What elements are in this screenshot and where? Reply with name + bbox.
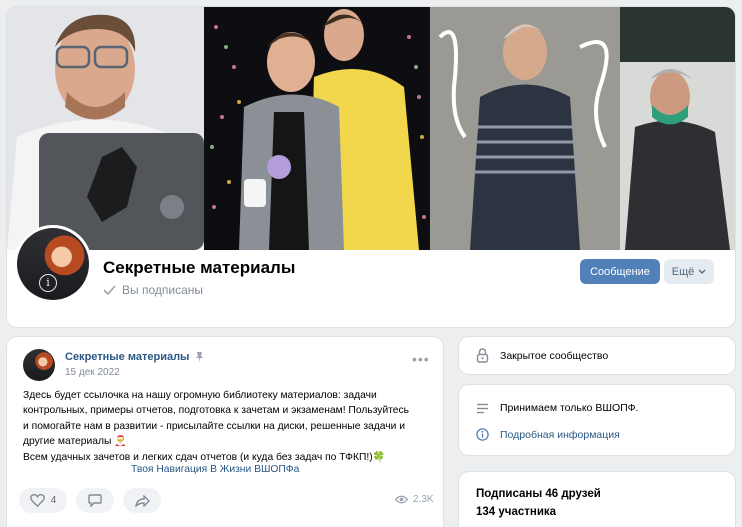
post-text-line: контрольных, примеры отчетов, подготовка… (23, 405, 410, 417)
post-text-line: Здесь будет ссылочка на нашу огромную би… (23, 390, 377, 401)
post-author[interactable]: Секретные материалы (65, 351, 204, 363)
more-button[interactable]: Ещё (664, 259, 714, 284)
members-card[interactable]: Подписаны 46 друзей 134 участника (459, 472, 735, 527)
cover-photo-3 (430, 7, 735, 250)
post-text: Здесь будет ссылочка на нашу огромную би… (23, 388, 435, 465)
like-count: 4 (50, 495, 57, 506)
friends-subscribed[interactable]: Подписаны 46 друзей (476, 488, 601, 500)
group-avatar-image: i (17, 228, 89, 300)
description-text: Принимаем только ВШОПФ. (500, 402, 639, 414)
cover-image (7, 7, 735, 250)
details-link[interactable]: Подробная информация (500, 429, 620, 441)
closed-community-label: Закрытое сообщество (500, 349, 609, 362)
pin-icon (196, 351, 204, 363)
more-button-label: Ещё (671, 265, 695, 278)
post-text-line: и помогайте нам в развитии - присылайте … (23, 420, 406, 432)
subscribed-label: Вы подписаны (122, 283, 203, 297)
lock-icon (476, 348, 489, 363)
comment-icon (88, 494, 102, 507)
share-icon (134, 494, 150, 507)
post-author-avatar[interactable] (23, 349, 55, 381)
post-text-line: другие материалы 🎅 (23, 434, 435, 449)
post-link[interactable]: Твоя Навигация В Жизни ВШОПФа (131, 464, 299, 475)
description-icon (477, 403, 488, 413)
info-badge-icon: i (39, 274, 57, 292)
share-button[interactable] (123, 488, 161, 513)
check-icon (103, 285, 116, 295)
info-icon (476, 428, 489, 441)
cover-photo-2 (204, 7, 430, 250)
post-date[interactable]: 15 дек 2022 (65, 367, 120, 378)
santa-emoji: 🎅 (114, 436, 127, 448)
group-title: Секретные материалы (103, 258, 296, 277)
post-text-line-part: Всем удачных зачетов и легких сдач отчет… (23, 451, 373, 463)
members-count[interactable]: 134 участника (476, 506, 556, 518)
wall-post: Секретные материалы 15 дек 2022 ••• Здес… (7, 337, 443, 527)
post-actions: 4 (19, 488, 161, 513)
closed-community-card: Закрытое сообщество (459, 337, 735, 374)
like-button[interactable]: 4 (19, 488, 67, 513)
views-count: 2.3K (413, 494, 434, 505)
chevron-down-icon (698, 269, 706, 274)
eye-icon (395, 495, 408, 504)
post-author-name: Секретные материалы (65, 351, 190, 363)
comment-button[interactable] (76, 488, 114, 513)
subscription-status[interactable]: Вы подписаны (103, 283, 203, 297)
post-menu-icon[interactable]: ••• (412, 352, 430, 366)
cover-photo-1 (7, 7, 204, 250)
views-counter: 2.3K (395, 494, 434, 505)
post-text-line-part: другие материалы (23, 436, 112, 448)
closed-community-row: Закрытое сообщество (476, 348, 608, 363)
message-button[interactable]: Сообщение (580, 259, 660, 284)
details-row[interactable]: Подробная информация (476, 428, 620, 441)
group-avatar[interactable]: i (14, 225, 92, 303)
community-info-card: Принимаем только ВШОПФ. Подробная информ… (459, 385, 735, 455)
heart-icon (29, 494, 45, 507)
clover-emoji: 🍀 (372, 451, 386, 463)
description-row: Принимаем только ВШОПФ. (476, 402, 639, 414)
post-text-line: Всем удачных зачетов и легких сдач отчет… (23, 450, 435, 465)
